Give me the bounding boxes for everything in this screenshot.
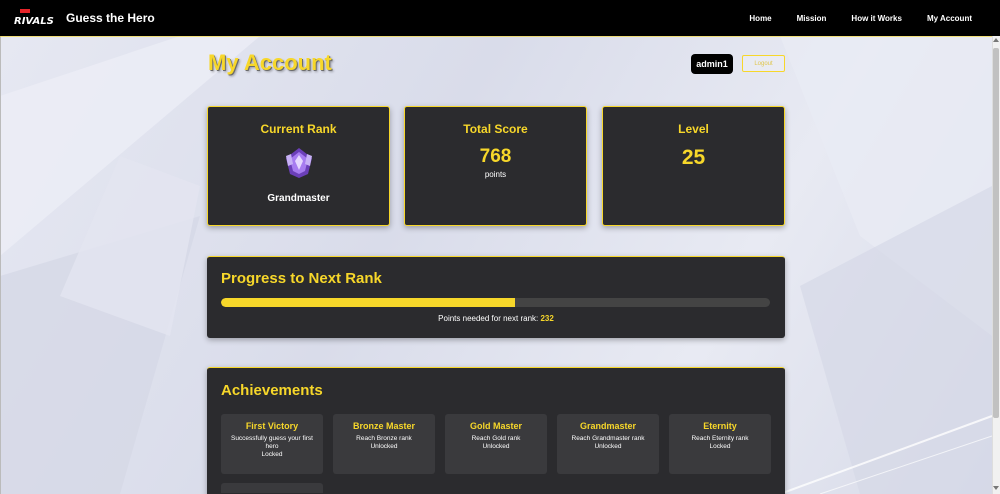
achievements-title: Achievements [221, 382, 323, 399]
achievement-card: Grandmaster Reach Grandmaster rank Unloc… [557, 414, 659, 474]
achievement-status: Unlocked [370, 443, 398, 451]
total-score-value: 768 [479, 146, 512, 167]
level-value: 25 [681, 146, 706, 169]
nav-mission-link[interactable]: Mission [797, 14, 827, 23]
achievement-status: Unlocked [482, 443, 510, 451]
achievement-card: Eternity Reach Eternity rank Locked [669, 414, 771, 474]
achievements-grid: First Victory Successfully guess your fi… [221, 414, 771, 474]
rivals-logo[interactable]: RIVALS [12, 8, 56, 28]
scroll-down-arrow-icon[interactable] [993, 486, 999, 490]
points-needed-value: 232 [540, 314, 554, 323]
achievement-desc: Reach Eternity rank [691, 435, 749, 442]
nav-how-it-works-link[interactable]: How it Works [851, 14, 902, 23]
current-rank-card: Current Rank Grandmaster [207, 106, 390, 226]
achievement-status: Locked [261, 451, 283, 459]
scrollbar-thumb[interactable] [993, 48, 999, 418]
achievement-title: Grandmaster [579, 421, 637, 431]
progress-note: Points needed for next rank: 232 [207, 314, 785, 323]
nav-home-link[interactable]: Home [749, 14, 771, 23]
scroll-up-arrow-icon[interactable] [993, 38, 999, 42]
total-score-card: Total Score 768 points [404, 106, 587, 226]
total-score-title: Total Score [463, 122, 528, 136]
achievement-title: Bronze Master [352, 421, 415, 431]
achievement-desc: Reach Bronze rank [356, 435, 412, 442]
achievement-card: Gold Master Reach Gold rank Unlocked [445, 414, 547, 474]
achievement-title: Eternity [703, 421, 737, 431]
level-title: Level [678, 122, 709, 136]
progress-panel: Progress to Next Rank Points needed for … [207, 256, 785, 338]
nav-my-account-link[interactable]: My Account [927, 14, 972, 23]
window-edge [0, 0, 1, 494]
progress-title: Progress to Next Rank [221, 270, 382, 287]
achievement-desc: Reach Gold rank [471, 435, 521, 442]
nav-links: Home Mission How it Works My Account [724, 14, 972, 23]
achievement-status: Locked [709, 443, 731, 451]
progress-note-label: Points needed for next rank: [438, 314, 539, 323]
logout-button[interactable]: Logout [742, 55, 785, 72]
top-navbar: RIVALS Guess the Hero Home Mission How i… [0, 0, 1000, 36]
achievement-status: Unlocked [594, 443, 622, 451]
level-card: Level 25 [602, 106, 785, 226]
rank-progress-bar [221, 298, 770, 307]
rank-name: Grandmaster [267, 193, 330, 204]
achievements-panel: Achievements First Victory Successfully … [207, 367, 785, 494]
achievement-card: First Victory Successfully guess your fi… [221, 414, 323, 474]
achievement-card: Bronze Master Reach Bronze rank Unlocked [333, 414, 435, 474]
achievement-desc: Reach Grandmaster rank [571, 435, 645, 442]
nav-accent-line [0, 36, 1000, 37]
grandmaster-rank-icon [285, 148, 312, 178]
current-rank-title: Current Rank [260, 122, 337, 136]
svg-text:RIVALS: RIVALS [14, 16, 54, 27]
achievement-desc: Successfully guess your first hero [230, 435, 313, 451]
achievement-title: First Victory [245, 421, 299, 431]
rank-progress-fill [221, 298, 516, 307]
total-score-unit: points [484, 170, 507, 179]
brand-title[interactable]: Guess the Hero [66, 11, 155, 25]
achievement-title: Gold Master [469, 421, 522, 431]
username-badge: admin1 [691, 54, 733, 74]
achievement-card-partial [221, 483, 323, 493]
page-title: My Account [208, 50, 332, 75]
